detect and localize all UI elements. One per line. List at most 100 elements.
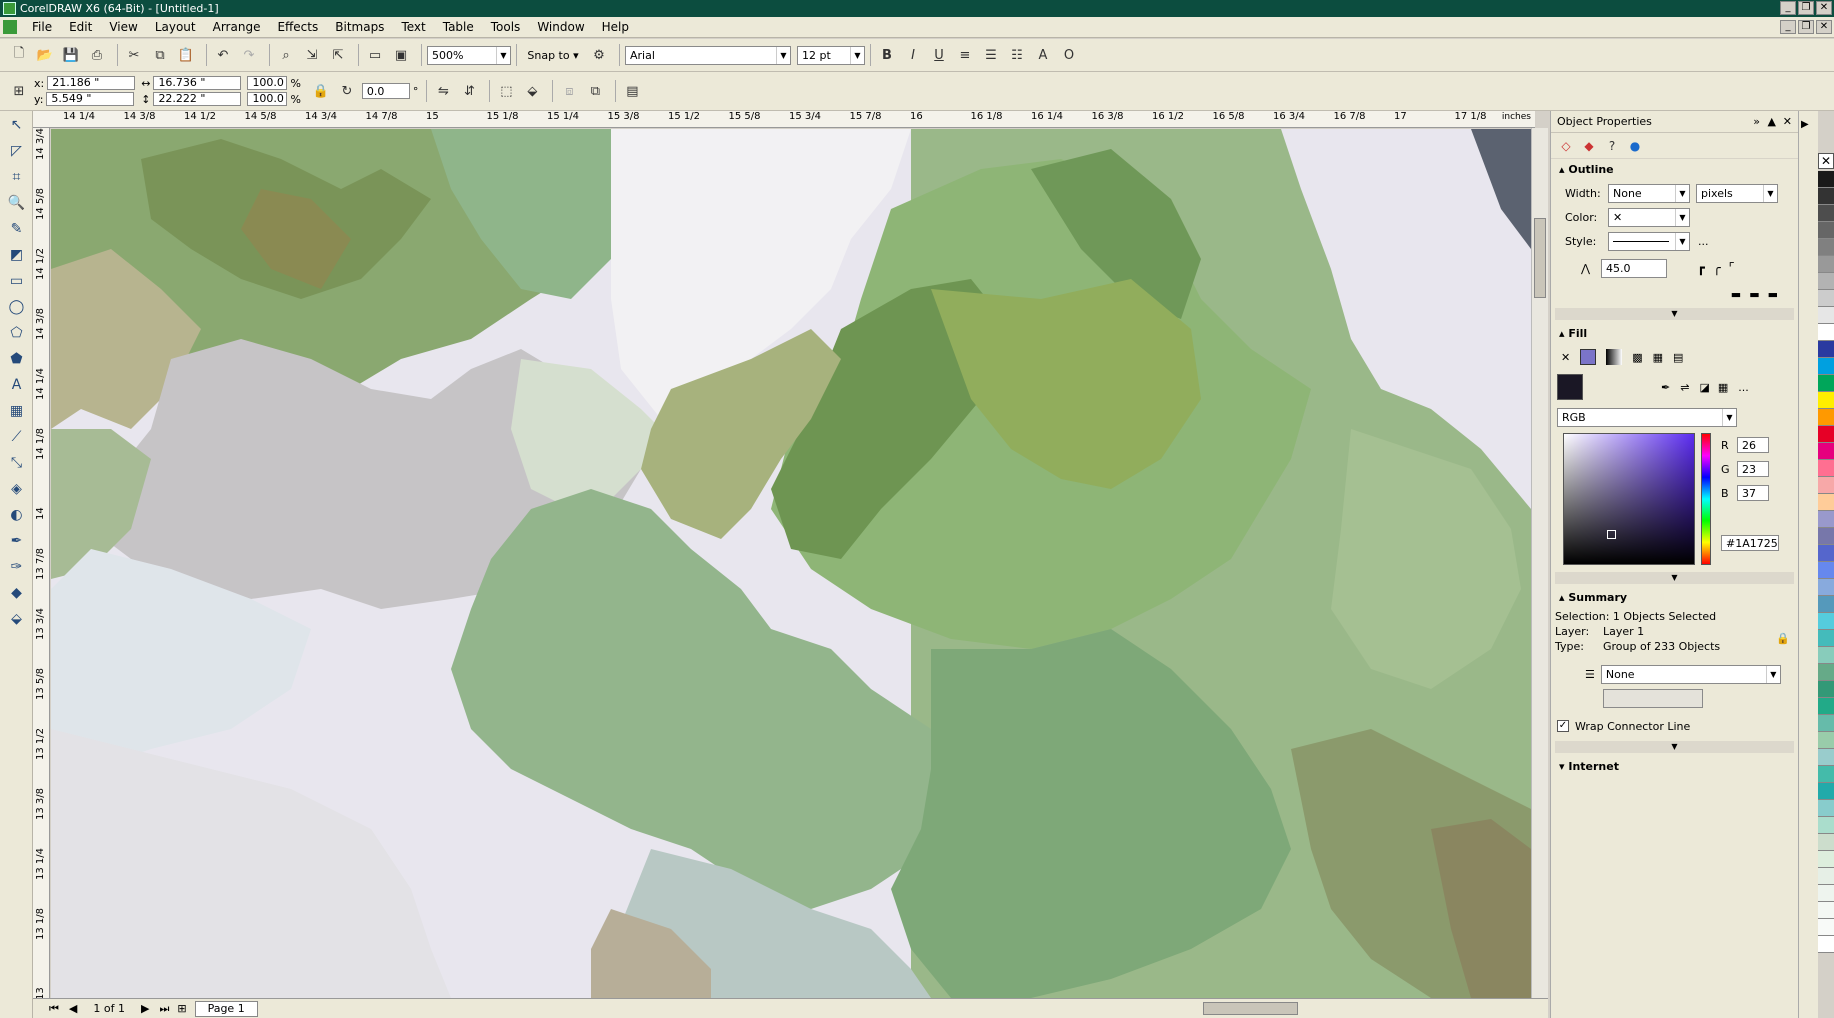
palette-swatch[interactable] [1818, 545, 1834, 562]
palette-swatch[interactable] [1818, 851, 1834, 868]
palette-swatch[interactable] [1818, 222, 1834, 239]
menu-view[interactable]: View [109, 20, 137, 34]
color-sliders-icon[interactable]: ⇌ [1680, 381, 1689, 394]
palette-swatch[interactable] [1818, 732, 1834, 749]
horizontal-scroll-thumb[interactable] [1203, 1002, 1298, 1015]
undo-icon[interactable]: ↶ [212, 44, 234, 66]
zoom-tool-icon[interactable]: 🔍 [4, 190, 29, 215]
corner-bevel-icon[interactable]: ⌜ [1729, 261, 1735, 276]
docker-expand-icon[interactable]: » [1753, 111, 1760, 133]
minimize-button[interactable]: _ [1780, 1, 1796, 15]
line-cap-butt-icon[interactable]: ▬ [1731, 288, 1741, 301]
miter-limit-field[interactable]: 45.0 [1601, 258, 1667, 278]
import-icon[interactable]: ⇲ [301, 44, 323, 66]
palette-swatch[interactable] [1818, 783, 1834, 800]
group-icon[interactable]: ⬚ [495, 80, 517, 102]
horizontal-ruler[interactable]: inches 14 1/4 14 3/8 14 1/2 14 5/8 14 3/4 14 … [33, 111, 1535, 128]
scale-width-field[interactable]: 100.0 [247, 76, 288, 90]
palette-swatch[interactable] [1818, 511, 1834, 528]
g-value-field[interactable]: 23 [1737, 461, 1769, 477]
summary-tab-icon[interactable]: ? [1603, 137, 1621, 155]
paste-icon[interactable]: 📋 [175, 44, 197, 66]
palette-swatch[interactable] [1818, 426, 1834, 443]
palette-scroll-up-icon[interactable]: ▶ [1801, 119, 1816, 130]
add-page-icon[interactable]: ⊞ [177, 1002, 186, 1015]
polygon-tool-icon[interactable]: ⬠ [4, 320, 29, 345]
lock-icon[interactable]: 🔒 [1776, 631, 1790, 646]
vertical-scroll-thumb[interactable] [1534, 218, 1546, 298]
palette-swatch[interactable] [1818, 698, 1834, 715]
ellipse-tool-icon[interactable]: ◯ [4, 294, 29, 319]
menu-bitmaps[interactable]: Bitmaps [335, 20, 384, 34]
menu-effects[interactable]: Effects [277, 20, 318, 34]
fill-section-header[interactable]: ▴ Fill [1551, 323, 1798, 345]
vertical-ruler[interactable]: 14 3/4 14 5/8 14 1/2 14 3/8 14 1/4 14 1/8 14 13… [33, 128, 50, 998]
eyedropper-icon[interactable]: ✒ [1661, 381, 1670, 394]
palette-swatch[interactable] [1818, 460, 1834, 477]
palette-swatch[interactable] [1818, 749, 1834, 766]
fill-expand-toggle[interactable]: ▼ [1555, 572, 1794, 584]
palette-swatch[interactable] [1818, 885, 1834, 902]
color-model-dropdown[interactable]: RGB ▼ [1557, 407, 1737, 427]
basic-shapes-tool-icon[interactable]: ⬟ [4, 346, 29, 371]
texture-fill-icon[interactable]: ▦ [1653, 351, 1663, 364]
lock-ratio-icon[interactable]: 🔒 [310, 80, 332, 102]
menu-edit[interactable]: Edit [69, 20, 92, 34]
docker-close-icon[interactable]: ✕ [1783, 111, 1792, 133]
connector-tool-icon[interactable]: ⤡ [4, 450, 29, 475]
menu-layout[interactable]: Layout [155, 20, 196, 34]
palette-swatch[interactable] [1818, 358, 1834, 375]
mirror-vertical-icon[interactable]: ⇵ [458, 80, 480, 102]
cut-icon[interactable]: ✂ [123, 44, 145, 66]
previous-page-icon[interactable]: ◀ [69, 1002, 77, 1015]
opentype-icon[interactable]: O [1058, 44, 1080, 66]
bold-icon[interactable]: B [876, 44, 898, 66]
transparency-tool-icon[interactable]: ◐ [4, 502, 29, 527]
doc-restore-button[interactable]: ❐ [1798, 20, 1814, 34]
pick-tool-icon[interactable]: ↖ [4, 112, 29, 137]
palette-swatch[interactable] [1818, 630, 1834, 647]
print-icon[interactable]: ⎙ [86, 44, 108, 66]
palette-swatch[interactable] [1818, 868, 1834, 885]
doc-close-button[interactable]: ✕ [1816, 20, 1832, 34]
outline-more-button[interactable]: ... [1698, 235, 1709, 248]
palette-swatch[interactable] [1818, 647, 1834, 664]
zoom-level-dropdown[interactable]: 500% ▼ [427, 45, 511, 65]
save-icon[interactable]: 💾 [60, 44, 82, 66]
text-tool-icon[interactable]: A [4, 372, 29, 397]
palette-swatch[interactable] [1818, 562, 1834, 579]
line-cap-round-icon[interactable]: ▬ [1749, 288, 1759, 301]
table-tool-icon[interactable]: ▦ [4, 398, 29, 423]
rectangle-tool-icon[interactable]: ▭ [4, 268, 29, 293]
menu-help[interactable]: Help [602, 20, 629, 34]
palette-swatch[interactable] [1818, 205, 1834, 222]
corner-miter-icon[interactable]: ┏ [1697, 261, 1705, 276]
palette-swatch[interactable] [1818, 681, 1834, 698]
font-list-dropdown[interactable]: Arial ▼ [625, 45, 791, 65]
object-origin-icon[interactable]: ⊞ [8, 80, 30, 102]
no-color-swatch[interactable]: ✕ [1818, 153, 1834, 169]
outline-style-dropdown[interactable]: ▼ [1608, 231, 1690, 251]
crop-tool-icon[interactable]: ⌗ [4, 164, 29, 189]
italic-icon[interactable]: I [902, 44, 924, 66]
ungroup-icon[interactable]: ⬙ [521, 80, 543, 102]
options-icon[interactable]: ⚙ [588, 44, 610, 66]
docker-minimize-icon[interactable]: ▲ [1768, 111, 1776, 133]
menu-window[interactable]: Window [537, 20, 584, 34]
palette-swatch[interactable] [1818, 341, 1834, 358]
palette-swatch[interactable] [1818, 579, 1834, 596]
uniform-fill-icon[interactable] [1580, 349, 1597, 365]
palette-swatch[interactable] [1818, 443, 1834, 460]
outline-color-picker[interactable]: ✕ ▼ [1608, 207, 1690, 227]
palette-swatch[interactable] [1818, 307, 1834, 324]
palette-swatch[interactable] [1818, 817, 1834, 834]
menu-table[interactable]: Table [443, 20, 474, 34]
last-page-icon[interactable]: ⏭ [159, 1002, 169, 1016]
restore-button[interactable]: ❐ [1798, 1, 1814, 15]
menu-file[interactable]: File [32, 20, 52, 34]
r-value-field[interactable]: 26 [1737, 437, 1769, 453]
new-document-icon[interactable]: 🗋 [8, 44, 30, 66]
redo-icon[interactable]: ↷ [238, 44, 260, 66]
palette-swatch[interactable] [1818, 409, 1834, 426]
page-tab[interactable]: Page 1 [194, 1000, 258, 1017]
